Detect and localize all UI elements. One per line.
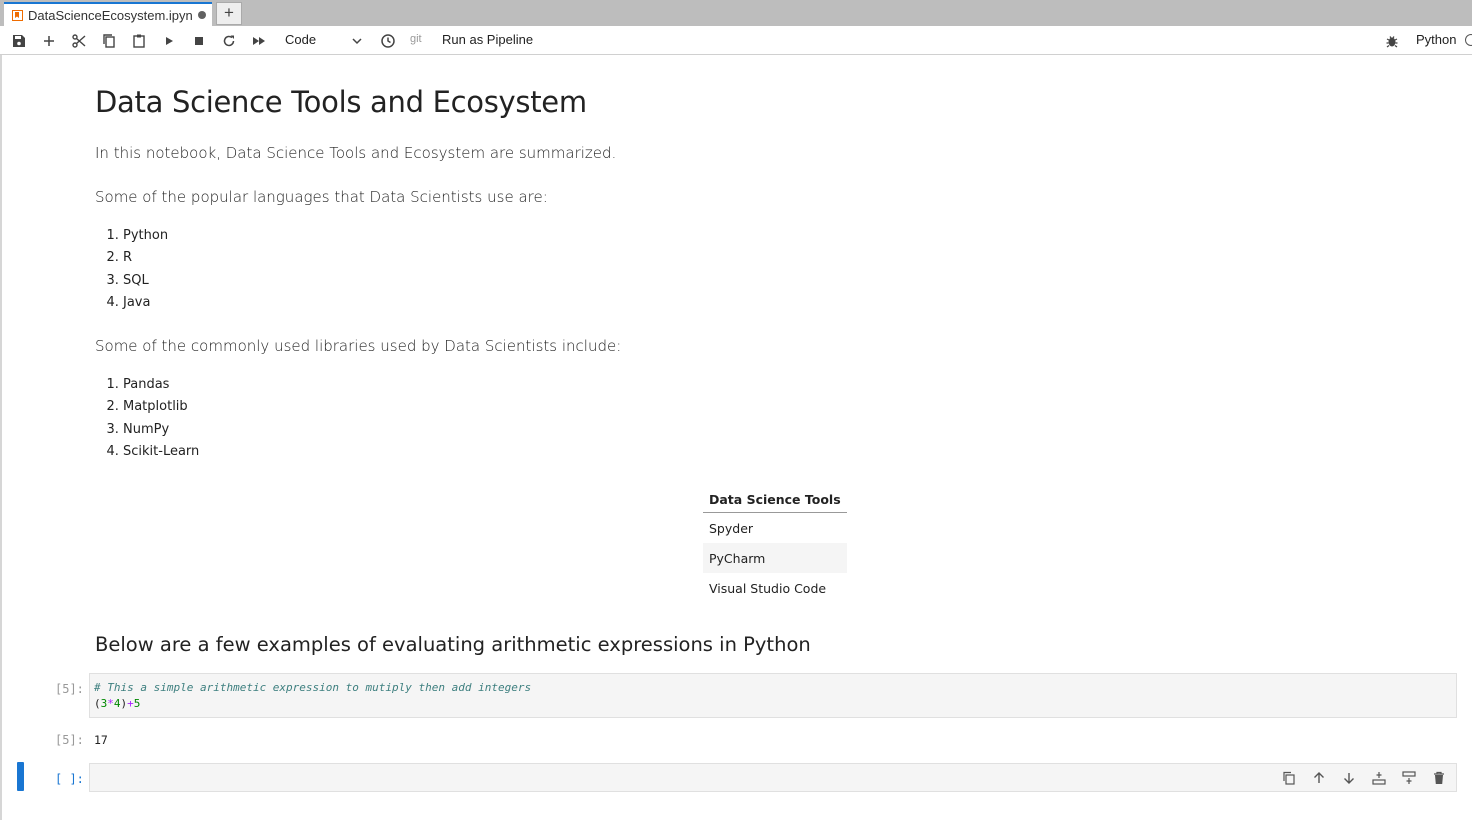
empty-cell-prompt: [ ]: [55,772,84,786]
active-cell-indicator [17,762,24,791]
output-prompt: [5]: [55,733,84,747]
stop-icon[interactable] [191,33,207,49]
insert-below-icon[interactable] [1372,771,1386,785]
move-up-icon[interactable] [1312,771,1326,785]
unsaved-indicator-icon[interactable] [197,11,206,19]
libraries-heading: Some of the commonly used libraries used… [95,337,622,355]
table-row: PyCharm [703,543,847,573]
insert-above-icon[interactable] [1402,771,1416,785]
run-as-pipeline-button[interactable]: Run as Pipeline [442,32,533,47]
table-header: Data Science Tools [703,486,847,513]
cell-type-select[interactable]: Code [285,32,316,47]
list-item: Matplotlib [123,396,199,418]
table-row: Spyder [709,520,754,536]
list-item: Scikit-Learn [123,441,199,463]
git-button[interactable]: git [410,33,422,45]
duplicate-cell-icon[interactable] [1282,771,1296,785]
kernel-name[interactable]: Python [1416,32,1456,47]
notebook-tab[interactable]: DataScienceEcosystem.ipyn [4,2,212,26]
notebook-toolbar: Code git Run as Pipeline Python [0,26,1472,55]
intro-text: In this notebook, Data Science Tools and… [95,144,617,162]
kernel-status-icon [1465,34,1472,46]
cut-icon[interactable] [71,33,87,49]
tab-title: DataScienceEcosystem.ipyn [28,7,193,23]
list-item: NumPy [123,419,199,441]
languages-heading: Some of the popular languages that Data … [95,188,548,206]
list-item: Pandas [123,374,199,396]
paste-icon[interactable] [131,33,147,49]
page-title: Data Science Tools and Ecosystem [95,85,587,119]
empty-code-cell[interactable] [89,763,1457,792]
code-cell-editor[interactable]: # This a simple arithmetic expression to… [89,673,1457,718]
save-icon[interactable] [11,33,27,49]
notebook-left-border [0,55,2,820]
bug-icon[interactable] [1384,33,1400,49]
cell-output: 17 [94,733,108,747]
delete-cell-icon[interactable] [1432,771,1446,785]
list-item: SQL [123,270,168,292]
list-item: Python [123,225,168,247]
list-item: R [123,247,168,269]
chevron-down-icon[interactable] [351,35,363,47]
libraries-list: Pandas Matplotlib NumPy Scikit-Learn [95,374,199,463]
tab-bar: DataScienceEcosystem.ipyn + [0,0,1472,26]
fast-forward-icon[interactable] [251,33,267,49]
run-icon[interactable] [161,33,177,49]
restart-icon[interactable] [221,33,237,49]
list-item: Java [123,292,168,314]
code-comment: # This a simple arithmetic expression to… [94,681,532,694]
code-cell-prompt: [5]: [55,682,84,696]
data-science-tools-table: Data Science Tools Spyder PyCharm Visual… [703,486,847,603]
new-tab-button[interactable]: + [216,2,242,25]
clock-icon[interactable] [380,33,396,49]
notebook-icon [12,9,23,21]
table-row: Visual Studio Code [709,580,827,596]
examples-heading: Below are a few examples of evaluating a… [95,633,811,656]
move-down-icon[interactable] [1342,771,1356,785]
add-icon[interactable] [41,33,57,49]
languages-list: Python R SQL Java [95,225,168,314]
code-expression: (3*4)+5 [94,697,141,710]
copy-icon[interactable] [101,33,117,49]
